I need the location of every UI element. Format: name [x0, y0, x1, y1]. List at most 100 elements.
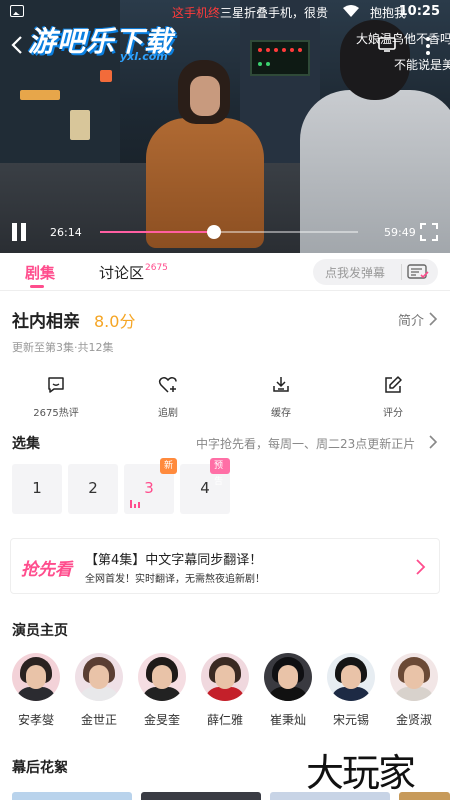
cast-section-title: 演员主页: [12, 623, 68, 639]
status-time: 10:25: [398, 4, 440, 19]
discussion-count-badge: 2675: [145, 263, 168, 273]
action-row: 2675热评 追剧 缓存 评分: [0, 372, 450, 422]
action-label: 评分: [383, 408, 403, 419]
scene-person: [140, 60, 270, 248]
more-options-icon[interactable]: [425, 36, 431, 56]
preview-badge: 预告: [210, 458, 230, 487]
action-label: 缓存: [271, 408, 291, 419]
video-player[interactable]: 这手机终三星折叠手机，很贵 抱抱我 10:25 游吧乐下载 yxl.com 大娘…: [0, 0, 450, 253]
rate-button[interactable]: 评分: [351, 372, 435, 422]
cast-name: 金旻奎: [143, 713, 180, 727]
video-thumbnail[interactable]: [270, 792, 390, 800]
update-status: 更新至第3集·共12集: [12, 341, 114, 354]
now-playing-icon: [130, 500, 140, 508]
video-thumbnail[interactable]: [399, 792, 450, 800]
hot-comments-button[interactable]: 2675热评: [14, 372, 98, 422]
follow-show-button[interactable]: 追剧: [126, 372, 210, 422]
show-score: 8.0分: [94, 312, 136, 331]
episode-number: 4: [200, 479, 210, 497]
progress-handle[interactable]: [206, 225, 221, 239]
early-access-banner[interactable]: 抢先看 【第4集】中文字幕同步翻译！ 全网首发！实时翻译，无需熬夜追新剧！: [10, 538, 440, 594]
notification-ticker: 这手机终三星折叠手机，很贵: [172, 4, 328, 21]
intro-link[interactable]: 简介: [398, 310, 424, 329]
tab-active-indicator: [30, 285, 44, 288]
player-controls: 26:14 59:49: [0, 218, 450, 248]
chevron-right-icon: [416, 559, 426, 575]
watermark-text: 大玩家: [306, 751, 416, 795]
ticker-text: 三星折叠手机，很贵: [220, 6, 329, 20]
avatar: [264, 653, 312, 701]
episode-number: 1: [32, 479, 42, 497]
cast-name: 安孝燮: [17, 713, 54, 727]
action-label: 2675热评: [33, 408, 79, 419]
avatar: [138, 653, 186, 701]
avatar: [12, 653, 60, 701]
gallery-notification-icon: [10, 5, 24, 17]
cast-name: 金贤淑: [395, 713, 432, 727]
video-thumbnail[interactable]: [141, 792, 261, 800]
avatar: [327, 653, 375, 701]
tv-cast-icon[interactable]: [378, 36, 396, 52]
cast-name: 崔秉灿: [269, 713, 306, 727]
banner-tag: 抢先看: [21, 560, 72, 580]
back-icon[interactable]: [8, 34, 28, 56]
action-label: 追剧: [158, 408, 178, 419]
scene-sign: [100, 70, 112, 82]
logo-domain: yxl.com: [120, 50, 168, 63]
chevron-right-icon[interactable]: [428, 312, 438, 326]
cast-member[interactable]: 金世正: [69, 653, 129, 733]
danmaku-input-placeholder: 点我发弹幕: [325, 266, 386, 280]
danmaku-comment: 大娘温鸟他不香吗: [356, 32, 450, 46]
episode-button[interactable]: 1: [12, 464, 62, 514]
wifi-icon: [343, 5, 359, 17]
avatar: [201, 653, 249, 701]
episode-section-title: 选集: [12, 436, 40, 452]
danmaku-input[interactable]: 点我发弹幕: [313, 259, 438, 285]
episode-button[interactable]: 预告 4: [180, 458, 230, 514]
edit-icon: [385, 376, 402, 393]
fullscreen-icon[interactable]: [420, 223, 438, 241]
divider: [401, 264, 402, 280]
download-icon: [273, 377, 289, 392]
chevron-right-icon[interactable]: [428, 435, 438, 449]
avatar: [75, 653, 123, 701]
behind-scenes-title: 幕后花絮: [12, 760, 68, 776]
cast-member[interactable]: 崔秉灿: [258, 653, 318, 733]
ticker-highlight: 这手机终: [172, 6, 221, 20]
cast-name: 金世正: [80, 713, 117, 727]
cast-name: 宋元锡: [332, 713, 369, 727]
danmaku-settings-icon[interactable]: [407, 264, 429, 280]
tab-episodes[interactable]: 剧集: [25, 262, 55, 283]
danmaku-comment: 不能说是美: [394, 58, 450, 72]
cast-member[interactable]: 薛仁雅: [195, 653, 255, 733]
episode-number: 2: [88, 479, 98, 497]
total-time: 59:49: [384, 226, 416, 239]
banner-subtitle: 全网首发！实时翻译，无需熬夜追新剧！: [85, 574, 265, 585]
show-title: 社内相亲: [12, 312, 80, 332]
episode-number: 3: [144, 479, 154, 497]
tab-discussion[interactable]: 讨论区: [99, 262, 144, 283]
cast-member[interactable]: 金贤淑: [384, 653, 444, 733]
progress-fill: [100, 231, 214, 233]
pause-icon[interactable]: [11, 223, 27, 241]
progress-slider[interactable]: [100, 225, 358, 239]
new-badge: 新: [160, 458, 178, 474]
episode-button-current[interactable]: 新 3: [124, 458, 178, 514]
download-button[interactable]: 缓存: [239, 372, 323, 422]
cast-member[interactable]: 金旻奎: [132, 653, 192, 733]
episode-button[interactable]: 2: [68, 464, 118, 514]
scene-sign: [20, 90, 60, 100]
heart-plus-icon: [158, 377, 177, 393]
comment-icon: [48, 377, 64, 393]
video-thumbnail[interactable]: [12, 792, 132, 800]
banner-title: 【第4集】中文字幕同步翻译！: [85, 553, 263, 568]
current-time: 26:14: [50, 226, 82, 239]
cast-member[interactable]: 安孝燮: [6, 653, 66, 733]
watermark-logo: 游吧乐下载 yxl.com: [28, 20, 186, 68]
cast-member[interactable]: 宋元锡: [321, 653, 381, 733]
content-tabs: 剧集 讨论区 2675 点我发弹幕: [0, 253, 450, 291]
cast-name: 薛仁雅: [206, 713, 243, 727]
scene-sign: [70, 110, 90, 140]
update-schedule-link[interactable]: 中字抢先看，每周一、周二23点更新正片: [196, 435, 415, 452]
avatar: [390, 653, 438, 701]
